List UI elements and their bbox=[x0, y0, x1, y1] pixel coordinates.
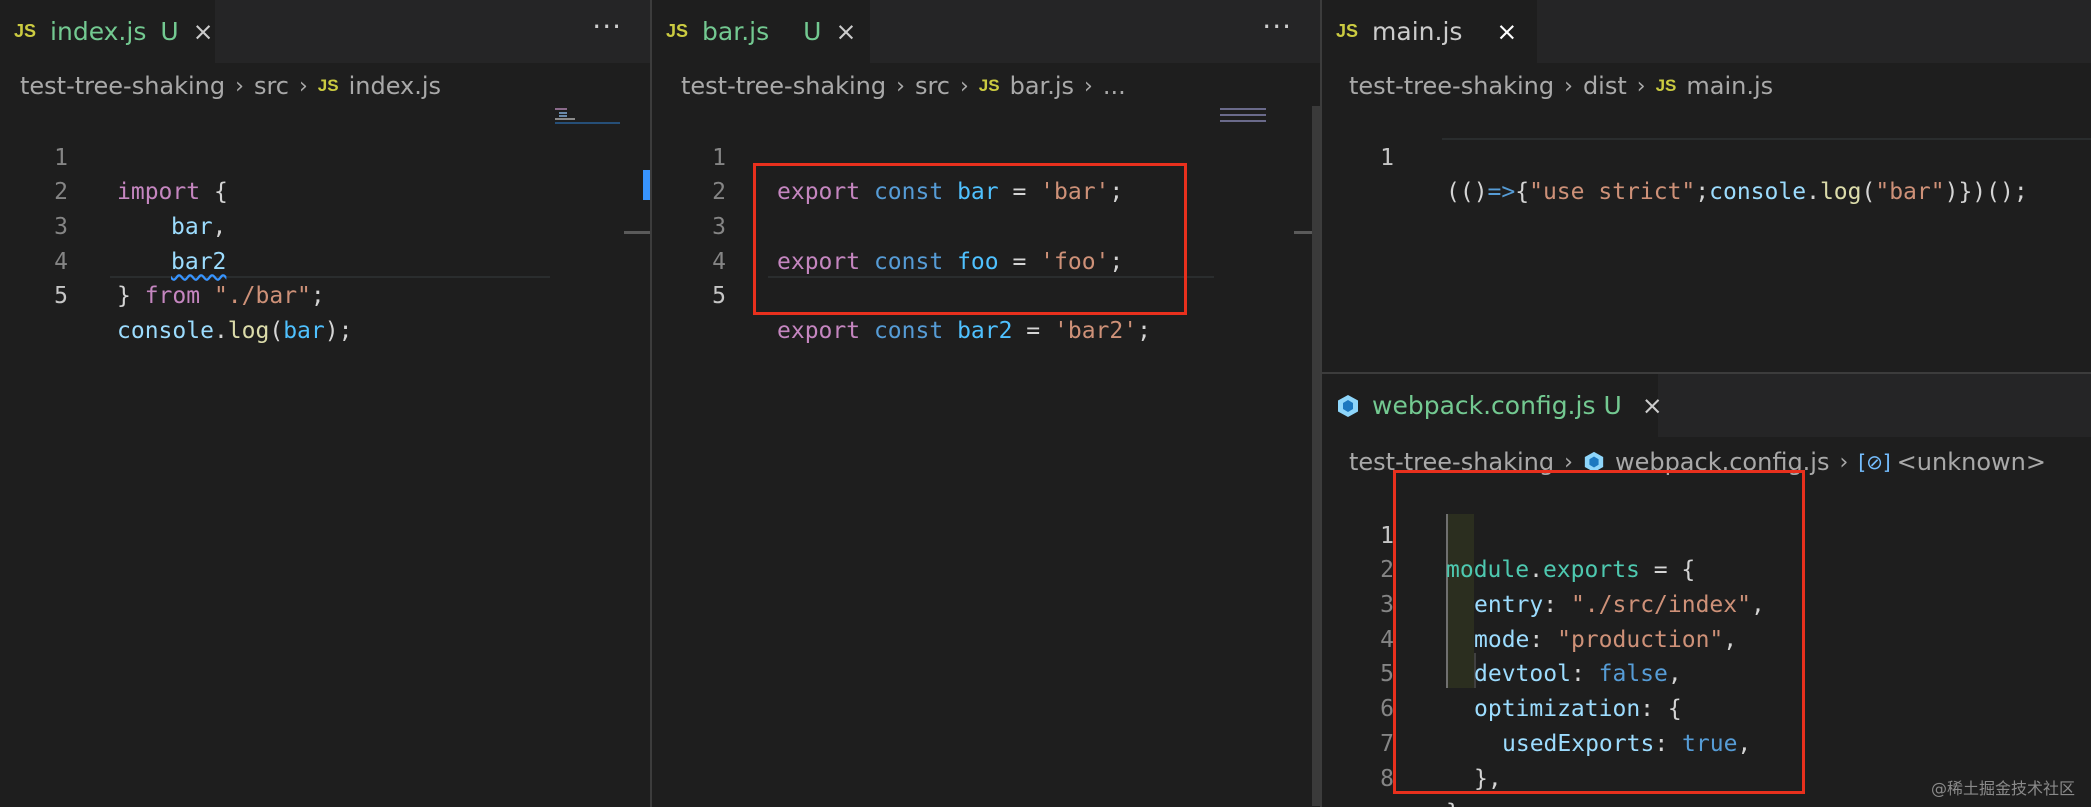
token: "use strict" bbox=[1529, 179, 1696, 206]
tab-bar: webpack.config.js U × bbox=[1322, 374, 2091, 437]
token: )})(); bbox=[1944, 179, 2028, 206]
javascript-file-icon: JS bbox=[978, 76, 1000, 95]
tab-bar: JS bar.js U × ··· bbox=[652, 0, 1320, 63]
token: log bbox=[227, 318, 270, 345]
line-number: 1 bbox=[1380, 144, 1394, 171]
token: { bbox=[1515, 179, 1530, 206]
highlight-box bbox=[1393, 470, 1805, 794]
line-number: 8 bbox=[1380, 765, 1394, 792]
tab-webpack-config[interactable]: webpack.config.js U × bbox=[1322, 374, 1663, 437]
token: }; bbox=[1446, 800, 1474, 807]
tab-label: bar.js bbox=[702, 17, 770, 46]
more-actions-icon[interactable]: ··· bbox=[592, 10, 622, 43]
breadcrumb-more[interactable]: ... bbox=[1103, 72, 1126, 100]
token: bar2 bbox=[957, 318, 1013, 345]
breadcrumb: test-tree-shaking › src › JS bar.js › ..… bbox=[681, 68, 1126, 104]
breadcrumb-folder[interactable]: test-tree-shaking bbox=[20, 72, 225, 100]
token: } bbox=[117, 283, 145, 310]
editor-pane-bar: JS bar.js U × ··· test-tree-shaking › sr… bbox=[652, 0, 1320, 807]
code-editor[interactable]: 1 (()=>{"use strict";console.log("bar")}… bbox=[1322, 106, 2091, 206]
watermark: @稀土掘金技术社区 bbox=[1930, 779, 2075, 798]
javascript-file-icon: JS bbox=[1336, 21, 1359, 41]
tab-index-js[interactable]: JS index.js U × bbox=[0, 0, 215, 63]
chevron-right-icon: › bbox=[896, 73, 905, 99]
chevron-right-icon: › bbox=[1564, 73, 1573, 99]
token: = bbox=[1012, 318, 1054, 345]
token: log bbox=[1819, 179, 1862, 206]
chevron-right-icon: › bbox=[1636, 73, 1646, 99]
breadcrumb-folder[interactable]: test-tree-shaking bbox=[1349, 72, 1554, 100]
tab-label: main.js bbox=[1372, 17, 1463, 46]
untracked-badge: U bbox=[1603, 391, 1622, 420]
editor-pane-webpack: webpack.config.js U × test-tree-shaking … bbox=[1322, 374, 2091, 807]
token: ( bbox=[269, 318, 284, 345]
breadcrumb-subfolder[interactable]: dist bbox=[1583, 72, 1627, 100]
token: ); bbox=[324, 318, 353, 345]
token: . bbox=[1806, 179, 1820, 206]
token: 'bar2' bbox=[1054, 318, 1138, 345]
untracked-badge: U bbox=[160, 17, 179, 46]
token: export bbox=[777, 318, 861, 345]
token: ; bbox=[1695, 179, 1710, 206]
chevron-right-icon: › bbox=[959, 73, 969, 99]
token: console bbox=[117, 318, 214, 345]
token: => bbox=[1487, 179, 1516, 206]
close-icon[interactable]: × bbox=[1642, 391, 1663, 420]
token: "./bar" bbox=[213, 283, 311, 310]
token: console bbox=[1709, 179, 1807, 206]
code-line: 3 bar2 bbox=[0, 175, 650, 275]
breadcrumb-subfolder[interactable]: src bbox=[254, 72, 289, 100]
line-number: 5 bbox=[712, 283, 726, 310]
breadcrumb-subfolder[interactable]: src bbox=[915, 72, 950, 100]
javascript-file-icon: JS bbox=[14, 21, 37, 41]
code-line: 2 bar, bbox=[0, 141, 650, 240]
token: const bbox=[873, 318, 944, 345]
symbol-braces-icon: [⊘] bbox=[1858, 450, 1891, 474]
code-line: 1 import { bbox=[0, 106, 650, 206]
breadcrumb-file[interactable]: index.js bbox=[349, 72, 441, 100]
editor-pane-main: JS main.js × test-tree-shaking › dist › … bbox=[1322, 0, 2091, 372]
tab-label: index.js bbox=[50, 17, 147, 46]
breadcrumb-file[interactable]: bar.js bbox=[1010, 72, 1074, 100]
token: "bar" bbox=[1875, 179, 1945, 206]
breadcrumb-file[interactable]: main.js bbox=[1686, 72, 1773, 100]
token: ( bbox=[1861, 179, 1876, 206]
token: bar bbox=[283, 318, 325, 345]
token: (() bbox=[1446, 179, 1488, 206]
tab-bar: JS index.js U × ··· bbox=[0, 0, 650, 63]
code-line: 5 console.log(bar); bbox=[0, 245, 650, 344]
code-line: 1 (()=>{"use strict";console.log("bar")}… bbox=[1322, 106, 2091, 206]
chevron-right-icon: › bbox=[1084, 73, 1093, 99]
breadcrumb-symbol[interactable]: <unknown> bbox=[1897, 448, 2046, 476]
code-line: 1 export const bar = 'bar'; bbox=[652, 106, 1320, 206]
token: ; bbox=[1137, 318, 1151, 345]
chevron-right-icon: › bbox=[298, 73, 308, 99]
webpack-cube-icon bbox=[1336, 394, 1360, 418]
tab-main-js[interactable]: JS main.js × bbox=[1322, 0, 1537, 63]
untracked-badge: U bbox=[803, 17, 822, 46]
breadcrumb: test-tree-shaking › src › JS index.js bbox=[20, 68, 441, 104]
tab-bar: JS main.js × bbox=[1322, 0, 2091, 63]
editor-pane-index: JS index.js U × ··· test-tree-shaking › … bbox=[0, 0, 650, 807]
token: ; bbox=[310, 283, 325, 310]
close-icon[interactable]: × bbox=[1496, 17, 1517, 46]
line-number: 5 bbox=[54, 283, 68, 310]
code-editor[interactable]: 1 import { 2 bar, 3 bar2 4 } from "./bar… bbox=[0, 106, 650, 344]
javascript-file-icon: JS bbox=[1655, 76, 1677, 95]
tab-label: webpack.config.js bbox=[1372, 391, 1596, 420]
close-icon[interactable]: × bbox=[835, 17, 856, 46]
token: from bbox=[144, 283, 201, 310]
tab-bar-js[interactable]: JS bar.js U × bbox=[652, 0, 870, 63]
breadcrumb-folder[interactable]: test-tree-shaking bbox=[681, 72, 886, 100]
highlight-box bbox=[753, 163, 1187, 315]
chevron-right-icon: › bbox=[235, 73, 244, 99]
chevron-right-icon: › bbox=[1839, 449, 1849, 475]
javascript-file-icon: JS bbox=[666, 21, 689, 41]
breadcrumb: test-tree-shaking › dist › JS main.js bbox=[1349, 68, 1773, 104]
code-line: 4 } from "./bar"; bbox=[0, 210, 650, 310]
javascript-file-icon: JS bbox=[317, 76, 339, 95]
close-icon[interactable]: × bbox=[193, 17, 214, 46]
token: . bbox=[213, 318, 228, 345]
more-actions-icon[interactable]: ··· bbox=[1262, 10, 1292, 43]
